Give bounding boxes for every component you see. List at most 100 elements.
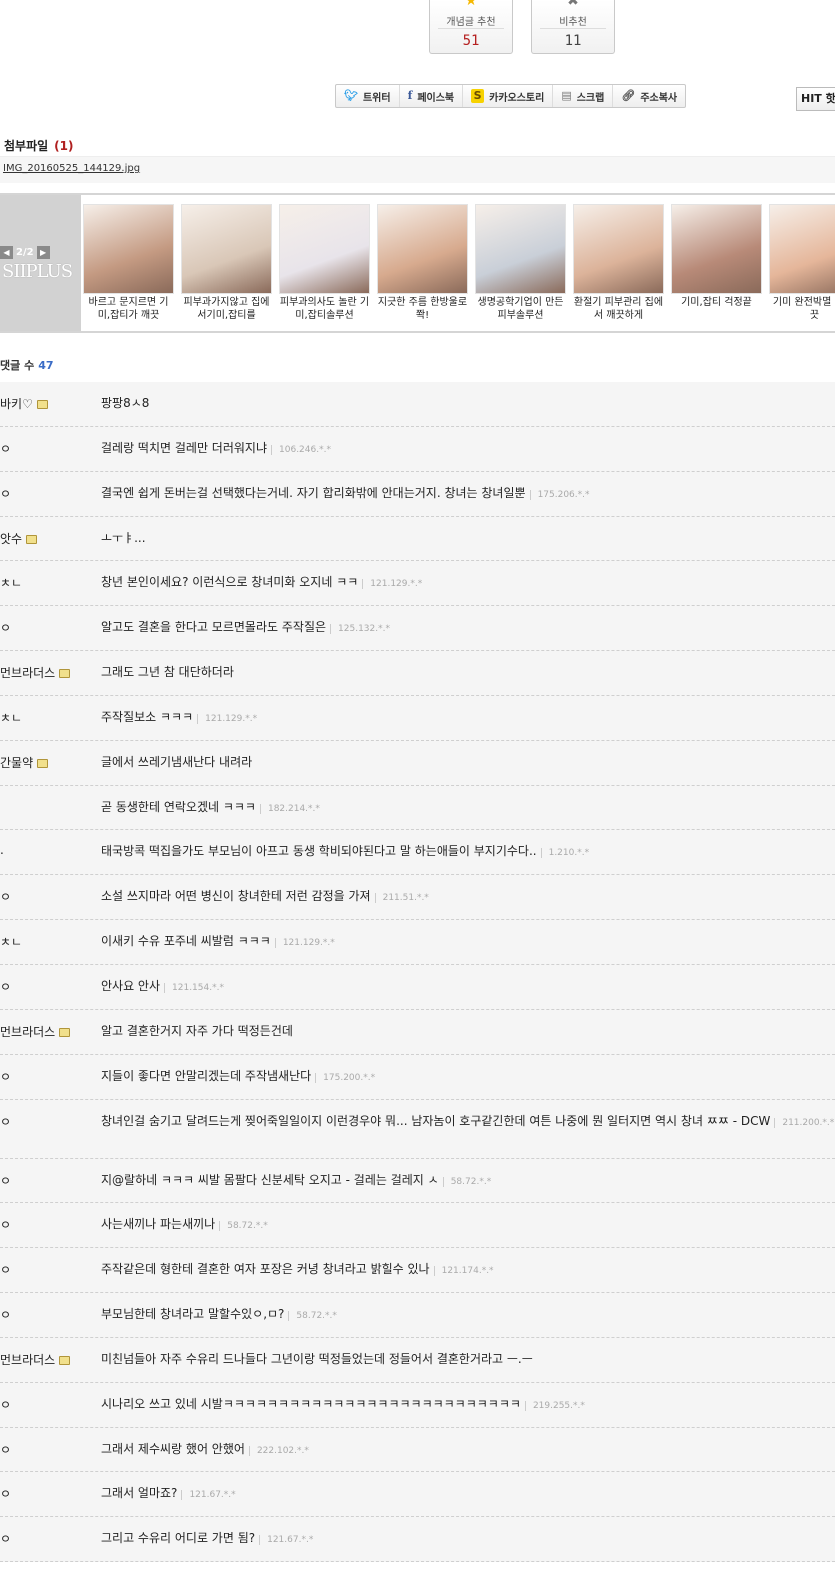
share-copy-link-button[interactable]: 🔗︎ 주소복사 xyxy=(613,85,685,107)
comment-row: . 태국방콕 떡집을가도 부모님이 아프고 동생 학비되야된다고 말 하는애들이 … xyxy=(0,830,835,876)
comment-ip: 125.132.*.* xyxy=(330,624,390,635)
comment-nickname[interactable]: ㅇ xyxy=(0,485,95,502)
comment-body: 주작질보소 ㅋㅋㅋ 121.129.*.* xyxy=(101,709,835,728)
comment-nickname[interactable]: 앗수 xyxy=(0,530,95,547)
comment-text: 그래도 그년 참 대단하더라 xyxy=(101,665,234,680)
comment-body: 창년 본인이세요? 이런식으로 창녀미화 오지네 ㅋㅋ 121.129.*.* xyxy=(101,574,835,593)
comment-text: 창녀인걸 숨기고 달려드는게 찢어죽일일이지 이런경우야 뭐... 남자놈이 호… xyxy=(101,1113,771,1128)
comment-nickname[interactable]: ㅇ xyxy=(0,440,95,457)
ad-caption[interactable]: 기미,잡티 걱정끝 xyxy=(671,296,762,324)
comment-nickname[interactable]: ㅇ xyxy=(0,1172,95,1189)
comment-body: 지들이 좋다면 안말리겠는데 주작냄새난다 175.200.*.* xyxy=(101,1068,835,1087)
ad-caption[interactable]: 생명공학기업이 만든 피부솔루션 xyxy=(475,296,566,324)
member-badge-icon xyxy=(59,669,71,679)
comment-nickname[interactable]: 먼브라더스 xyxy=(0,664,95,681)
comment-nickname[interactable]: 먼브라더스 xyxy=(0,1023,95,1040)
comment-nickname[interactable]: 바키♡ xyxy=(0,395,95,412)
share-scrap-button[interactable]: ▤ 스크랩 xyxy=(553,85,614,107)
kakaostory-icon: S xyxy=(471,89,485,103)
comment-body: 지@랄하네 ㅋㅋㅋ 씨발 몸팔다 신분세탁 오지고 - 걸레는 걸레지 ㅅ 58.… xyxy=(101,1172,835,1191)
comment-row: 간물약 글에서 쓰레기냄새난다 내려라 xyxy=(0,740,835,786)
comment-ip: 182.214.*.* xyxy=(259,803,320,814)
nickname-text: ㅊㄴ xyxy=(0,576,23,591)
ad-item[interactable]: 피부과의사도 놀란 기미,잡티솔루션 xyxy=(279,204,370,324)
ad-caption[interactable]: 환절기 피부관리 집에서 깨끗하게 xyxy=(573,296,664,324)
comment-ip: 1.210.*.* xyxy=(540,848,590,859)
comment-nickname[interactable]: ㅇ xyxy=(0,1068,95,1085)
nickname-text: ㅇ xyxy=(0,486,12,501)
comment-count-value: 47 xyxy=(38,359,54,372)
nickname-text: 바키♡ xyxy=(0,397,33,411)
comment-nickname[interactable]: ㅊㄴ xyxy=(0,933,95,950)
ad-thumbnail[interactable] xyxy=(279,204,370,294)
share-label: 스크랩 xyxy=(576,92,605,104)
ad-item[interactable]: 환절기 피부관리 집에서 깨끗하게 xyxy=(573,204,664,324)
comment-row: 먼브라더스 그래도 그년 참 대단하더라 xyxy=(0,651,835,696)
comment-body: 그리고 수유리 어디로 가면 됨? 121.67.*.* xyxy=(101,1530,835,1549)
ad-thumbnail[interactable] xyxy=(181,204,272,294)
comment-nickname[interactable]: ㅇ xyxy=(0,1261,95,1278)
next-arrow-icon[interactable]: ▶ xyxy=(36,245,50,259)
ad-thumbnail[interactable] xyxy=(377,204,468,294)
ad-item[interactable]: 기미 완전박멸 후 깨끗 xyxy=(769,204,835,324)
prev-arrow-icon[interactable]: ◀ xyxy=(0,245,13,259)
comment-text: 걸레랑 떡치면 걸레만 더러워지냐 xyxy=(101,440,268,455)
ad-thumbnail[interactable] xyxy=(83,204,174,294)
comment-nickname[interactable]: ㅇ xyxy=(0,1441,95,1458)
comment-nickname[interactable]: ㅇ xyxy=(0,1216,95,1233)
comment-nickname[interactable]: ㅇ xyxy=(0,888,95,905)
not-recommend-button[interactable]: ✖ 비추천 11 xyxy=(531,0,615,54)
ad-thumbnail[interactable] xyxy=(573,204,664,294)
hit-button[interactable]: HIT 핫 xyxy=(796,87,835,111)
ad-caption[interactable]: 기미 완전박멸 후 깨끗 xyxy=(769,296,835,324)
recommend-button[interactable]: ★ 개념글 추천 51 xyxy=(429,0,513,54)
comment-nickname[interactable]: . xyxy=(0,843,95,857)
ad-item[interactable]: 지긋한 주름 한방울로 쫙! xyxy=(377,204,468,324)
ad-thumbnail[interactable] xyxy=(769,204,835,294)
ad-page-indicator: 2/2 xyxy=(16,246,34,258)
comment-nickname[interactable]: ㅊㄴ xyxy=(0,574,95,591)
attachment-label: 첨부파일 xyxy=(4,139,49,153)
comment-row: ㅇ 사는새끼나 파는새끼나 58.72.*.* xyxy=(0,1203,835,1249)
member-badge-icon xyxy=(59,1355,71,1365)
ad-caption[interactable]: 바르고 문지르면 기미,잡티가 깨끗 xyxy=(83,296,174,324)
comment-nickname[interactable]: ㅇ xyxy=(0,1396,95,1413)
ad-item[interactable]: 피부과가지않고 집에서기미,잡티를 xyxy=(181,204,272,324)
nickname-text: 먼브라더스 xyxy=(0,1352,56,1367)
comment-text: 결국엔 쉽게 돈버는걸 선택했다는거네. 자기 합리화밖에 안대는거지. 창녀는… xyxy=(101,485,526,500)
comment-nickname[interactable]: ㅇ xyxy=(0,619,95,636)
comment-nickname[interactable]: ㅊㄴ xyxy=(0,709,95,726)
ad-thumbnail[interactable] xyxy=(671,204,762,294)
member-badge-icon xyxy=(26,534,38,544)
ad-caption[interactable]: 지긋한 주름 한방울로 쫙! xyxy=(377,296,468,324)
nickname-text: ㅇ xyxy=(0,1308,12,1323)
nickname-text: ㅊㄴ xyxy=(0,710,23,725)
comment-nickname[interactable]: ㅇ xyxy=(0,1530,95,1547)
comment-nickname[interactable]: ㅇ xyxy=(0,1306,95,1323)
comment-nickname[interactable]: 먼브라더스 xyxy=(0,1351,95,1368)
share-kakaostory-button[interactable]: S 카카오스토리 xyxy=(463,85,554,107)
ad-logo-panel: ◀ 2/2 ▶ SIIPLUS xyxy=(0,195,81,331)
comment-row: ㅇ 그리고 수유리 어디로 가면 됨? 121.67.*.* xyxy=(0,1517,835,1563)
ad-item[interactable]: 생명공학기업이 만든 피부솔루션 xyxy=(475,204,566,324)
ad-caption[interactable]: 피부과가지않고 집에서기미,잡티를 xyxy=(181,296,272,324)
ad-thumbnail[interactable] xyxy=(475,204,566,294)
recommend-count: 51 xyxy=(462,33,480,49)
comment-nickname[interactable]: ㅇ xyxy=(0,978,95,995)
nickname-text: 앗수 xyxy=(0,531,23,546)
comment-body: 팡팡8ㅅ8 xyxy=(101,395,835,412)
comment-body: 그래서 제수씨랑 했어 안했어 222.102.*.* xyxy=(101,1441,835,1460)
ad-caption[interactable]: 피부과의사도 놀란 기미,잡티솔루션 xyxy=(279,296,370,324)
comment-nickname[interactable]: 간물약 xyxy=(0,754,95,771)
share-label: 주소복사 xyxy=(640,92,678,104)
ad-item[interactable]: 기미,잡티 걱정끝 xyxy=(671,204,762,324)
comment-nickname[interactable]: ㅇ xyxy=(0,1485,95,1502)
ad-item[interactable]: 바르고 문지르면 기미,잡티가 깨끗 xyxy=(83,204,174,324)
share-twitter-button[interactable]: 🐦︎ 트위터 xyxy=(336,85,400,107)
share-facebook-button[interactable]: f 페이스북 xyxy=(400,85,464,107)
attachment-file-link[interactable]: IMG_20160525_144129.jpg xyxy=(3,163,140,174)
comment-nickname[interactable]: ㅇ xyxy=(0,1113,95,1130)
divider xyxy=(540,28,606,29)
attachment-title: 첨부파일 (1) xyxy=(4,137,74,154)
comment-text: 주작같은데 형한테 결혼한 여자 포장은 커녕 창녀라고 밝힐수 있나 xyxy=(101,1262,430,1277)
